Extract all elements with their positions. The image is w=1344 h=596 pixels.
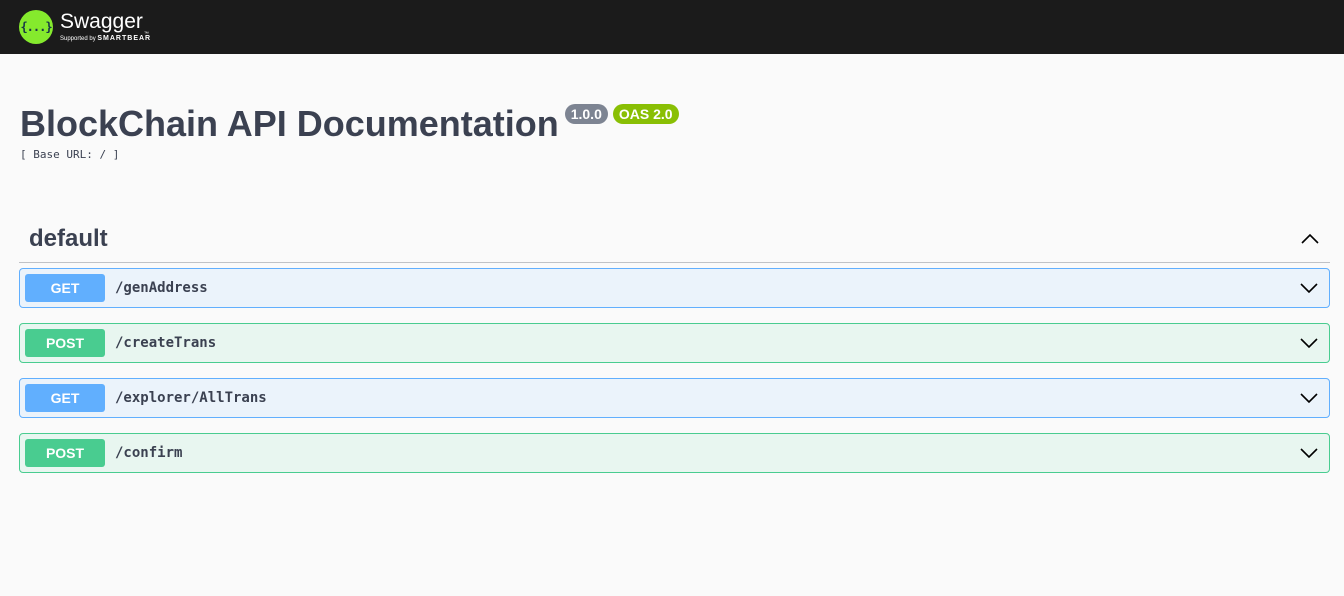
page-title: BlockChain API Documentation [20, 103, 559, 144]
version-badge: 1.0.0 [564, 104, 608, 124]
operation-path: /explorer/AllTrans [115, 390, 267, 406]
operations-section: default GET /genAddress POST /createTran… [19, 215, 1330, 473]
tag-header-default[interactable]: default [19, 215, 1330, 263]
tag-name: default [29, 224, 108, 252]
logo-subtitle: Supported by SMARTBEAR [60, 35, 151, 43]
title-row: BlockChain API Documentation 1.0.0 OAS 2… [20, 104, 1344, 144]
method-badge: GET [25, 274, 105, 302]
chevron-down-icon[interactable] [1299, 388, 1319, 408]
operation-get-explorer-alltrans[interactable]: GET /explorer/AllTrans [19, 378, 1330, 418]
operation-post-createtrans[interactable]: POST /createTrans [19, 323, 1330, 363]
swagger-logo-icon: {...} [19, 10, 53, 44]
logo-symbol: {...} [20, 20, 52, 34]
swagger-logo[interactable]: {...} Swagger ™ Supported by SMARTBEAR [19, 10, 151, 44]
operation-get-genaddress[interactable]: GET /genAddress [19, 268, 1330, 308]
base-url: [ Base URL: / ] [20, 148, 120, 161]
chevron-down-icon[interactable] [1299, 333, 1319, 353]
logo-name: Swagger [60, 10, 143, 33]
trademark: ™ [143, 31, 149, 37]
operation-path: /confirm [115, 445, 183, 461]
chevron-up-icon[interactable] [1300, 229, 1320, 249]
topbar: {...} Swagger ™ Supported by SMARTBEAR [0, 0, 1344, 54]
method-badge: POST [25, 439, 105, 467]
logo-text: Swagger ™ Supported by SMARTBEAR [60, 11, 151, 43]
operation-post-confirm[interactable]: POST /confirm [19, 433, 1330, 473]
method-badge: GET [25, 384, 105, 412]
operation-path: /createTrans [115, 335, 217, 351]
chevron-down-icon[interactable] [1299, 278, 1319, 298]
logo-sub-prefix: Supported by [60, 36, 96, 42]
oas-badge: OAS 2.0 [612, 104, 679, 124]
method-badge: POST [25, 329, 105, 357]
chevron-down-icon[interactable] [1299, 443, 1319, 463]
operation-path: /genAddress [115, 280, 208, 296]
api-info: BlockChain API Documentation 1.0.0 OAS 2… [0, 54, 1344, 161]
